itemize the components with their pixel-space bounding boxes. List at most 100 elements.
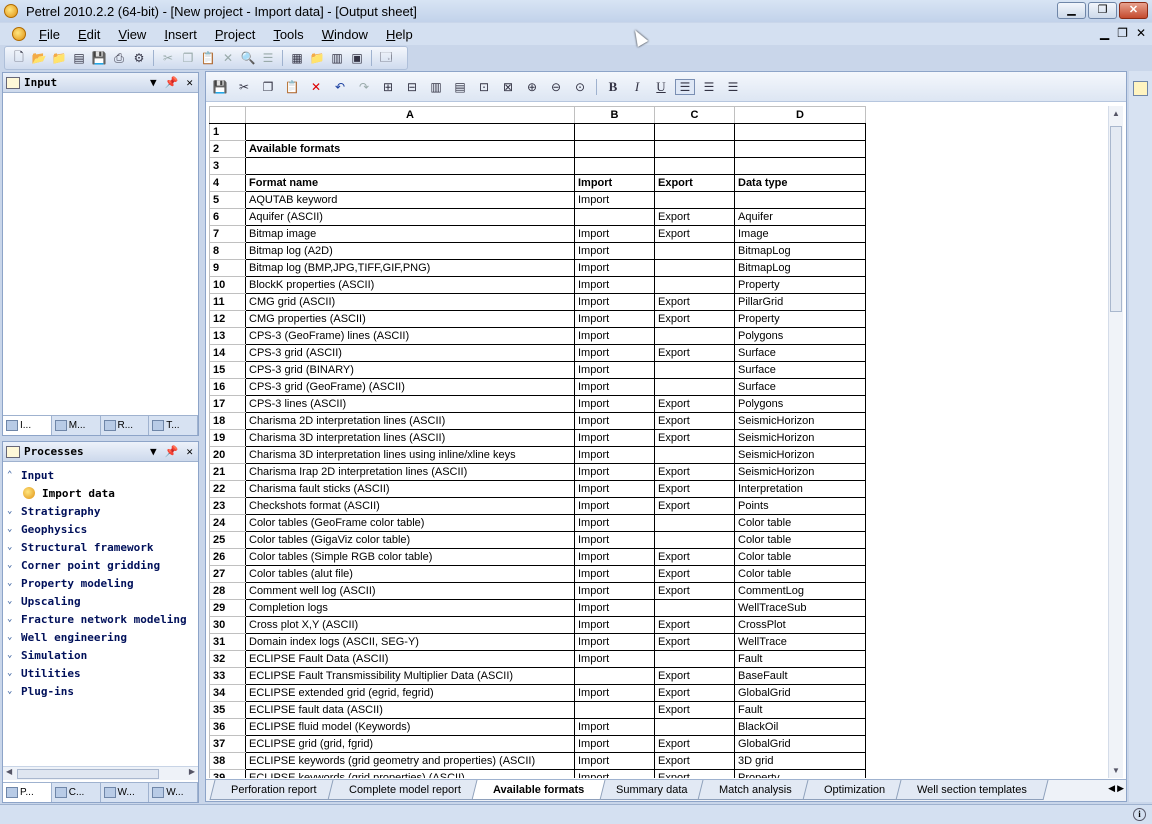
row-number[interactable]: 27 — [209, 565, 246, 583]
cell-b[interactable] — [574, 123, 655, 141]
cell-a[interactable]: Color tables (GigaViz color table) — [245, 531, 575, 549]
process-plug-ins[interactable]: ⌄ Plug-ins — [7, 682, 198, 700]
row-number[interactable]: 15 — [209, 361, 246, 379]
cell-b[interactable]: Import — [574, 344, 655, 362]
cell-c[interactable]: Export — [654, 701, 735, 719]
cell-c[interactable] — [654, 123, 735, 141]
insert-column-icon[interactable]: ▥ — [426, 79, 446, 95]
cell-b[interactable]: Import — [574, 514, 655, 532]
cell-b[interactable] — [574, 208, 655, 226]
split-cells-icon[interactable]: ⊠ — [498, 79, 518, 95]
tab-workflows[interactable]: W... — [101, 783, 150, 802]
menu-project[interactable]: Project — [206, 27, 264, 42]
cell-b[interactable] — [574, 157, 655, 175]
paste-icon[interactable]: 📋 — [200, 50, 216, 66]
cell-b[interactable]: Import — [574, 276, 655, 294]
process-geophysics[interactable]: ⌄ Geophysics — [7, 520, 198, 538]
menu-edit[interactable]: Edit — [69, 27, 109, 42]
reference-project-icon[interactable]: ▤ — [71, 50, 87, 66]
menu-view[interactable]: View — [109, 27, 155, 42]
cell-d[interactable]: Fault — [734, 650, 866, 668]
cell-a[interactable]: Checkshots format (ASCII) — [245, 497, 575, 515]
cell-c[interactable]: Export — [654, 548, 735, 566]
cell-a[interactable]: Charisma 2D interpretation lines (ASCII) — [245, 412, 575, 430]
cell-b[interactable]: Import — [574, 769, 655, 778]
tab-templates[interactable]: T... — [149, 416, 198, 435]
cell-d[interactable]: WellTraceSub — [734, 599, 866, 617]
insert-row-icon[interactable]: ⊞ — [378, 79, 398, 95]
properties-icon[interactable]: ☰ — [260, 50, 276, 66]
settings-icon[interactable]: ⚙ — [131, 50, 147, 66]
sheet-tab[interactable]: Complete model report — [327, 780, 482, 800]
row-number[interactable]: 20 — [209, 446, 246, 464]
cell-a[interactable]: Completion logs — [245, 599, 575, 617]
underline-button[interactable]: U — [651, 79, 671, 95]
scroll-down-icon[interactable]: ▼ — [1112, 766, 1120, 775]
cell-b[interactable]: Import — [574, 582, 655, 600]
cell-b[interactable]: Import — [574, 429, 655, 447]
pin-icon[interactable]: 📌 — [165, 76, 179, 89]
cell-b[interactable]: Import — [574, 650, 655, 668]
delete-icon[interactable]: ✕ — [220, 50, 236, 66]
delete-icon[interactable]: ✕ — [306, 79, 326, 95]
cell-a[interactable]: ECLIPSE keywords (grid properties) (ASCI… — [245, 769, 575, 778]
tab-results[interactable]: R... — [101, 416, 150, 435]
cell-b[interactable]: Import — [574, 565, 655, 583]
spreadsheet-grid[interactable]: A B C D 1 2 Available formats 3 4 Format name… — [209, 106, 1106, 778]
next-sheet-icon[interactable]: ▶ — [1117, 783, 1124, 794]
cell-c[interactable] — [654, 446, 735, 464]
cell-c[interactable] — [654, 259, 735, 277]
vertical-scrollbar[interactable]: ▲ ▼ — [1108, 106, 1123, 778]
row-number[interactable]: 19 — [209, 429, 246, 447]
layout-2-icon[interactable]: ▣ — [349, 50, 365, 66]
row-number[interactable]: 34 — [209, 684, 246, 702]
mdi-minimize-icon[interactable]: ▁ — [1100, 26, 1109, 40]
process-stratigraphy[interactable]: ⌄ Stratigraphy — [7, 502, 198, 520]
cell-c[interactable]: Export — [654, 174, 735, 192]
cell-a[interactable]: CMG properties (ASCII) — [245, 310, 575, 328]
dropdown-icon[interactable]: ▼ — [150, 76, 157, 89]
cut-icon[interactable]: ✂ — [234, 79, 254, 95]
cell-d[interactable]: 3D grid — [734, 752, 866, 770]
cell-a[interactable]: Bitmap image — [245, 225, 575, 243]
cell-c[interactable]: Export — [654, 480, 735, 498]
cell-d[interactable]: CommentLog — [734, 582, 866, 600]
cell-c[interactable]: Export — [654, 293, 735, 311]
cell-d[interactable]: PillarGrid — [734, 293, 866, 311]
cell-d[interactable]: SeismicHorizon — [734, 446, 866, 464]
row-number[interactable]: 22 — [209, 480, 246, 498]
cell-d[interactable]: Polygons — [734, 327, 866, 345]
row-number[interactable]: 30 — [209, 616, 246, 634]
column-header-b[interactable]: B — [574, 106, 655, 124]
cell-a[interactable]: Available formats — [245, 140, 575, 158]
row-number[interactable]: 2 — [209, 140, 246, 158]
cell-d[interactable]: SeismicHorizon — [734, 463, 866, 481]
cell-d[interactable]: BitmapLog — [734, 242, 866, 260]
cut-icon[interactable]: ✂ — [160, 50, 176, 66]
expand-icon[interactable]: ⌄ — [7, 578, 21, 588]
cell-b[interactable]: Import — [574, 497, 655, 515]
cell-c[interactable] — [654, 276, 735, 294]
cell-d[interactable]: Image — [734, 225, 866, 243]
bold-button[interactable]: B — [603, 79, 623, 95]
cell-c[interactable] — [654, 531, 735, 549]
cell-c[interactable] — [654, 514, 735, 532]
petrel-logo-icon[interactable] — [12, 27, 26, 41]
row-number[interactable]: 35 — [209, 701, 246, 719]
sheet-tab[interactable]: Summary data — [594, 780, 709, 800]
cell-b[interactable]: Import — [574, 191, 655, 209]
cell-b[interactable]: Import — [574, 718, 655, 736]
expand-icon[interactable]: ⌄ — [7, 596, 21, 606]
cell-d[interactable]: SeismicHorizon — [734, 429, 866, 447]
cell-b[interactable]: Import — [574, 446, 655, 464]
process-structural-framework[interactable]: ⌄ Structural framework — [7, 538, 198, 556]
sheet-tab[interactable]: Match analysis — [697, 780, 814, 800]
cell-a[interactable]: CPS-3 lines (ASCII) — [245, 395, 575, 413]
scroll-left-icon[interactable]: ◀ — [6, 767, 12, 776]
cell-c[interactable] — [654, 140, 735, 158]
cell-b[interactable]: Import — [574, 361, 655, 379]
select-all-corner[interactable] — [209, 106, 246, 124]
row-number[interactable]: 14 — [209, 344, 246, 362]
pin-icon[interactable]: 📌 — [165, 445, 179, 458]
cell-a[interactable]: Aquifer (ASCII) — [245, 208, 575, 226]
